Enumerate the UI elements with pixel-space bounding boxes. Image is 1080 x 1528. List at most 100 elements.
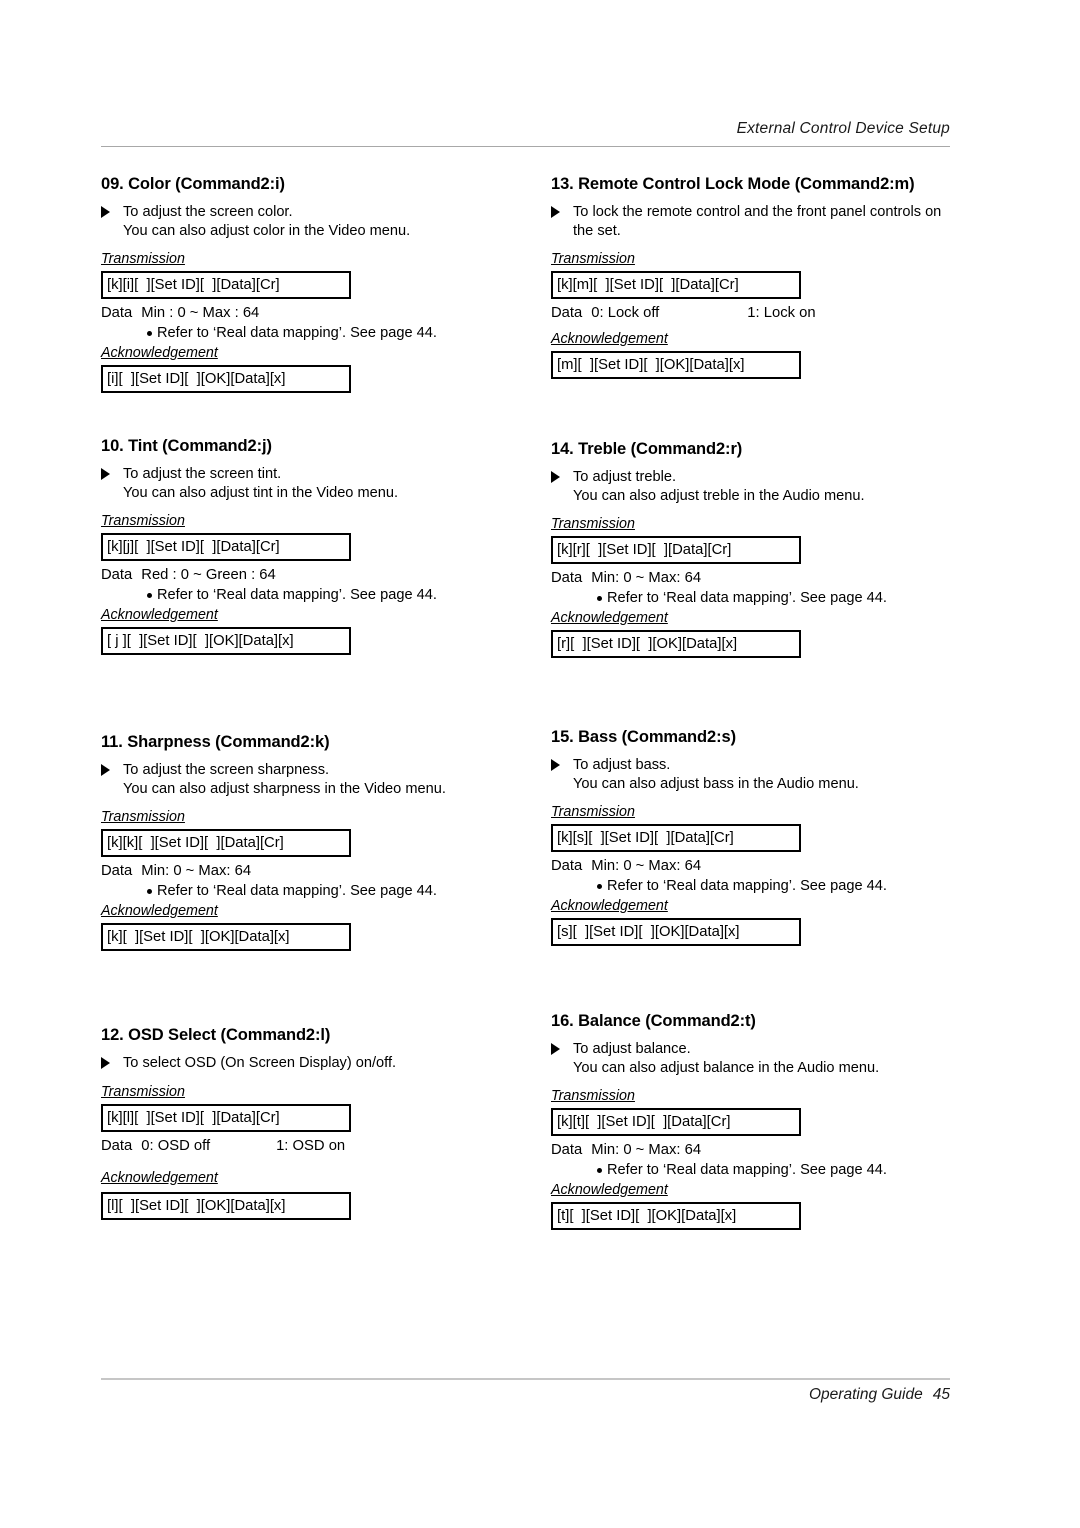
bullet-dot-icon: [597, 596, 602, 601]
footer-page-number: 45: [932, 1386, 950, 1403]
section-title: 15. Bass (Command2:s): [551, 728, 736, 746]
acknowledgement-label: Acknowledgement: [101, 903, 218, 919]
description-line-1: To adjust the screen color.: [123, 204, 293, 220]
data-row: Data Min : 0 ~ Max : 64: [101, 305, 541, 321]
acknowledgement-label: Acknowledgement: [101, 345, 218, 361]
acknowledgement-command-box: [ j ][ ][Set ID][ ][OK][Data][x]: [101, 627, 351, 655]
transmission-label: Transmission: [101, 513, 185, 529]
data-row: Data Min: 0 ~ Max: 64: [101, 863, 541, 879]
transmission-label: Transmission: [101, 1083, 185, 1100]
section-description: To adjust bass. You can also adjust bass…: [551, 756, 981, 793]
data-label: Data: [551, 570, 583, 586]
acknowledgement-label: Acknowledgement: [551, 610, 668, 626]
data-row: Data 0: OSD off 1: OSD on: [101, 1138, 541, 1154]
description-line-2: You can also adjust sharpness in the Vid…: [123, 780, 446, 797]
data-value: 0: Lock off: [591, 305, 660, 321]
data-value-2: 1: Lock on: [747, 305, 816, 321]
transmission-label: Transmission: [551, 804, 635, 820]
data-value: Min: 0 ~ Max: 64: [591, 1142, 702, 1158]
transmission-command-box: [k][s][ ][Set ID][ ][Data][Cr]: [551, 824, 801, 852]
data-label: Data: [101, 1137, 133, 1154]
acknowledgement-label: Acknowledgement: [551, 331, 668, 347]
section-title: 12. OSD Select (Command2:l): [101, 1026, 331, 1044]
bullet-dot-icon: [147, 331, 152, 336]
description-line-1: To adjust balance.: [573, 1041, 691, 1057]
data-row: Data Min: 0 ~ Max: 64: [551, 858, 981, 874]
triangle-bullet-icon: [101, 468, 110, 480]
acknowledgement-command-box: [i][ ][Set ID][ ][OK][Data][x]: [101, 365, 351, 393]
transmission-command-box: [k][t][ ][Set ID][ ][Data][Cr]: [551, 1108, 801, 1136]
transmission-command-box: [k][i][ ][Set ID][ ][Data][Cr]: [101, 271, 351, 299]
section-title: 13. Remote Control Lock Mode (Command2:m…: [551, 175, 915, 193]
data-label: Data: [551, 305, 583, 321]
section-12-osd-select: 12. OSD Select (Command2:l) To select OS…: [101, 1026, 541, 1226]
transmission-command-box: [k][r][ ][Set ID][ ][Data][Cr]: [551, 536, 801, 564]
description-line-1: To adjust the screen tint.: [123, 466, 282, 482]
acknowledgement-label: Acknowledgement: [551, 898, 668, 914]
data-row: Data 0: Lock off 1: Lock on: [551, 305, 981, 321]
acknowledgement-label: Acknowledgement: [551, 1182, 668, 1198]
data-value-2: 1: OSD on: [276, 1137, 346, 1154]
data-value: 0: OSD off: [141, 1137, 211, 1154]
section-13-remote-control-lock-mode: 13. Remote Control Lock Mode (Command2:m…: [551, 175, 981, 385]
transmission-label: Transmission: [551, 1088, 635, 1104]
refer-note: Refer to ‘Real data mapping’. See page 4…: [551, 1162, 981, 1178]
transmission-label: Transmission: [101, 251, 185, 267]
acknowledgement-command-box: [s][ ][Set ID][ ][OK][Data][x]: [551, 918, 801, 946]
acknowledgement-label: Acknowledgement: [101, 1169, 218, 1186]
refer-text: Refer to ‘Real data mapping’. See page 4…: [157, 325, 437, 341]
section-description: To select OSD (On Screen Display) on/off…: [101, 1054, 541, 1073]
triangle-bullet-icon: [101, 206, 110, 218]
data-label: Data: [551, 1142, 583, 1158]
triangle-bullet-icon: [551, 471, 560, 483]
data-value: Min: 0 ~ Max: 64: [591, 570, 702, 586]
bullet-dot-icon: [147, 889, 152, 894]
section-description: To adjust balance. You can also adjust b…: [551, 1040, 981, 1077]
triangle-bullet-icon: [551, 759, 560, 771]
description-line-2: You can also adjust balance in the Audio…: [573, 1059, 880, 1076]
triangle-bullet-icon: [101, 1057, 110, 1069]
data-row: Data Red : 0 ~ Green : 64: [101, 567, 541, 583]
section-description: To lock the remote control and the front…: [551, 203, 981, 240]
description-line-1: To adjust bass.: [573, 757, 671, 773]
section-title: 10. Tint (Command2:j): [101, 437, 272, 455]
description-line-1: To lock the remote control and the front…: [573, 204, 942, 220]
refer-note: Refer to ‘Real data mapping’. See page 4…: [101, 587, 541, 603]
acknowledgement-label: Acknowledgement: [101, 607, 218, 623]
refer-note: Refer to ‘Real data mapping’. See page 4…: [101, 883, 541, 899]
data-label: Data: [101, 567, 133, 583]
refer-text: Refer to ‘Real data mapping’. See page 4…: [607, 1162, 887, 1178]
acknowledgement-command-box: [k][ ][Set ID][ ][OK][Data][x]: [101, 923, 351, 951]
acknowledgement-command-box: [l][ ][Set ID][ ][OK][Data][x]: [101, 1191, 351, 1220]
data-label: Data: [551, 858, 583, 874]
section-title: 16. Balance (Command2:t): [551, 1012, 756, 1030]
description-line-2: You can also adjust bass in the Audio me…: [573, 775, 859, 792]
transmission-command-box: [k][j][ ][Set ID][ ][Data][Cr]: [101, 533, 351, 561]
section-15-bass: 15. Bass (Command2:s) To adjust bass. Yo…: [551, 728, 981, 952]
triangle-bullet-icon: [551, 206, 560, 218]
bullet-dot-icon: [597, 884, 602, 889]
transmission-command-box: [k][m][ ][Set ID][ ][Data][Cr]: [551, 271, 801, 299]
document-page: External Control Device Setup 09. Color …: [0, 0, 1080, 1528]
acknowledgement-command-box: [r][ ][Set ID][ ][OK][Data][x]: [551, 630, 801, 658]
description-line-1: To adjust the screen sharpness.: [123, 762, 330, 778]
data-value: Red : 0 ~ Green : 64: [141, 567, 276, 583]
footer-guide-label: Operating Guide: [809, 1386, 923, 1403]
description-line-2: You can also adjust tint in the Video me…: [123, 484, 399, 501]
refer-note: Refer to ‘Real data mapping’. See page 4…: [551, 878, 981, 894]
refer-note: Refer to ‘Real data mapping’. See page 4…: [101, 325, 541, 341]
triangle-bullet-icon: [551, 1043, 560, 1055]
section-16-balance: 16. Balance (Command2:t) To adjust balan…: [551, 1012, 981, 1236]
description-line-1: To adjust treble.: [573, 469, 677, 485]
acknowledgement-command-box: [t][ ][Set ID][ ][OK][Data][x]: [551, 1202, 801, 1230]
data-label: Data: [101, 863, 133, 879]
section-description: To adjust the screen color. You can also…: [101, 203, 541, 240]
transmission-label: Transmission: [551, 516, 635, 532]
triangle-bullet-icon: [101, 764, 110, 776]
header-rule: [101, 146, 950, 147]
transmission-command-box: [k][k][ ][Set ID][ ][Data][Cr]: [101, 829, 351, 857]
running-footer: Operating Guide 45: [101, 1386, 950, 1404]
bullet-dot-icon: [147, 593, 152, 598]
section-14-treble: 14. Treble (Command2:r) To adjust treble…: [551, 440, 981, 664]
section-description: To adjust the screen sharpness. You can …: [101, 761, 541, 798]
